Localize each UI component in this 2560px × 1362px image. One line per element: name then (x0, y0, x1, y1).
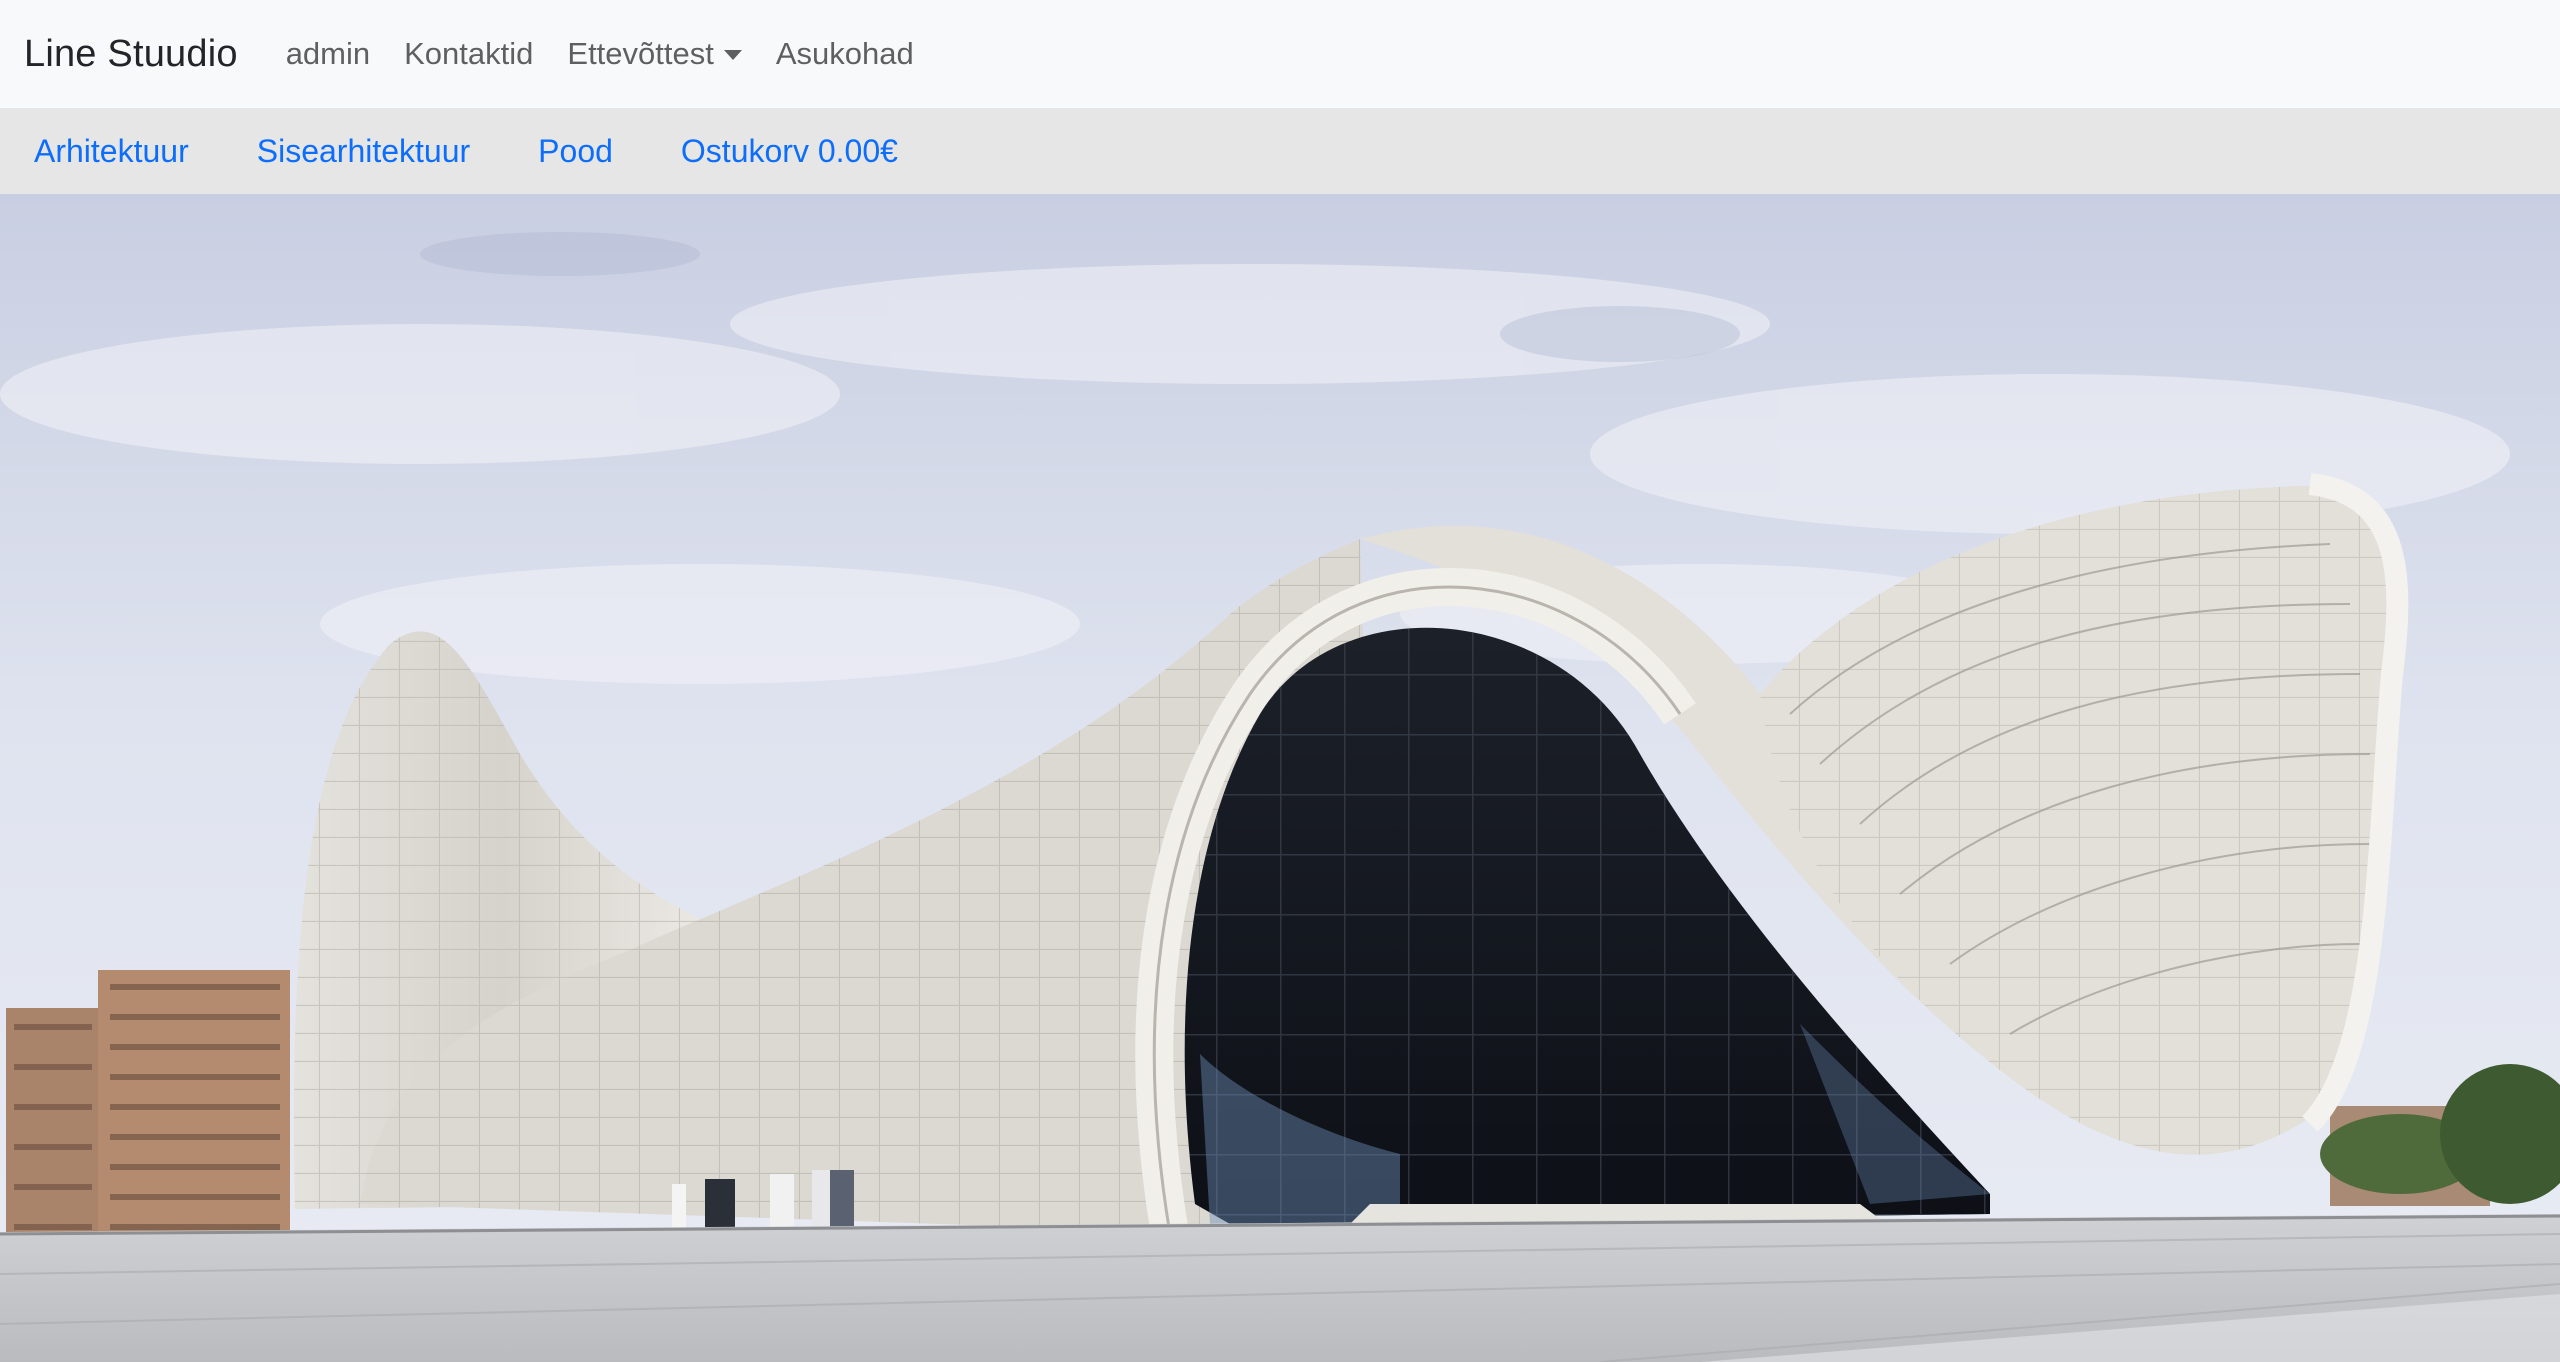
nav-dropdown-label: Ettevõttest (567, 36, 714, 71)
subnav-link-sisearhitektuur[interactable]: Sisearhitektuur (257, 133, 470, 170)
subnav-link-ostukorv[interactable]: Ostukorv 0.00€ (681, 133, 898, 170)
nav-link-kontaktid[interactable]: Kontaktid (404, 36, 533, 72)
top-navbar: Line Stuudio admin Kontaktid Ettevõttest… (0, 0, 2560, 108)
hero-image (0, 194, 2560, 1362)
brand-logo-link[interactable]: Line Stuudio (24, 33, 238, 76)
category-subnav: Arhitektuur Sisearhitektuur Pood Ostukor… (0, 108, 2560, 194)
caret-down-icon (723, 50, 742, 60)
subnav-link-pood[interactable]: Pood (538, 133, 613, 170)
nav-link-asukohad[interactable]: Asukohad (776, 36, 914, 72)
nav-link-admin[interactable]: admin (286, 36, 370, 72)
nav-dropdown-ettevottest[interactable]: Ettevõttest (567, 36, 742, 72)
subnav-link-arhitektuur[interactable]: Arhitektuur (34, 133, 189, 170)
hero-architecture-illustration (0, 194, 2560, 1362)
